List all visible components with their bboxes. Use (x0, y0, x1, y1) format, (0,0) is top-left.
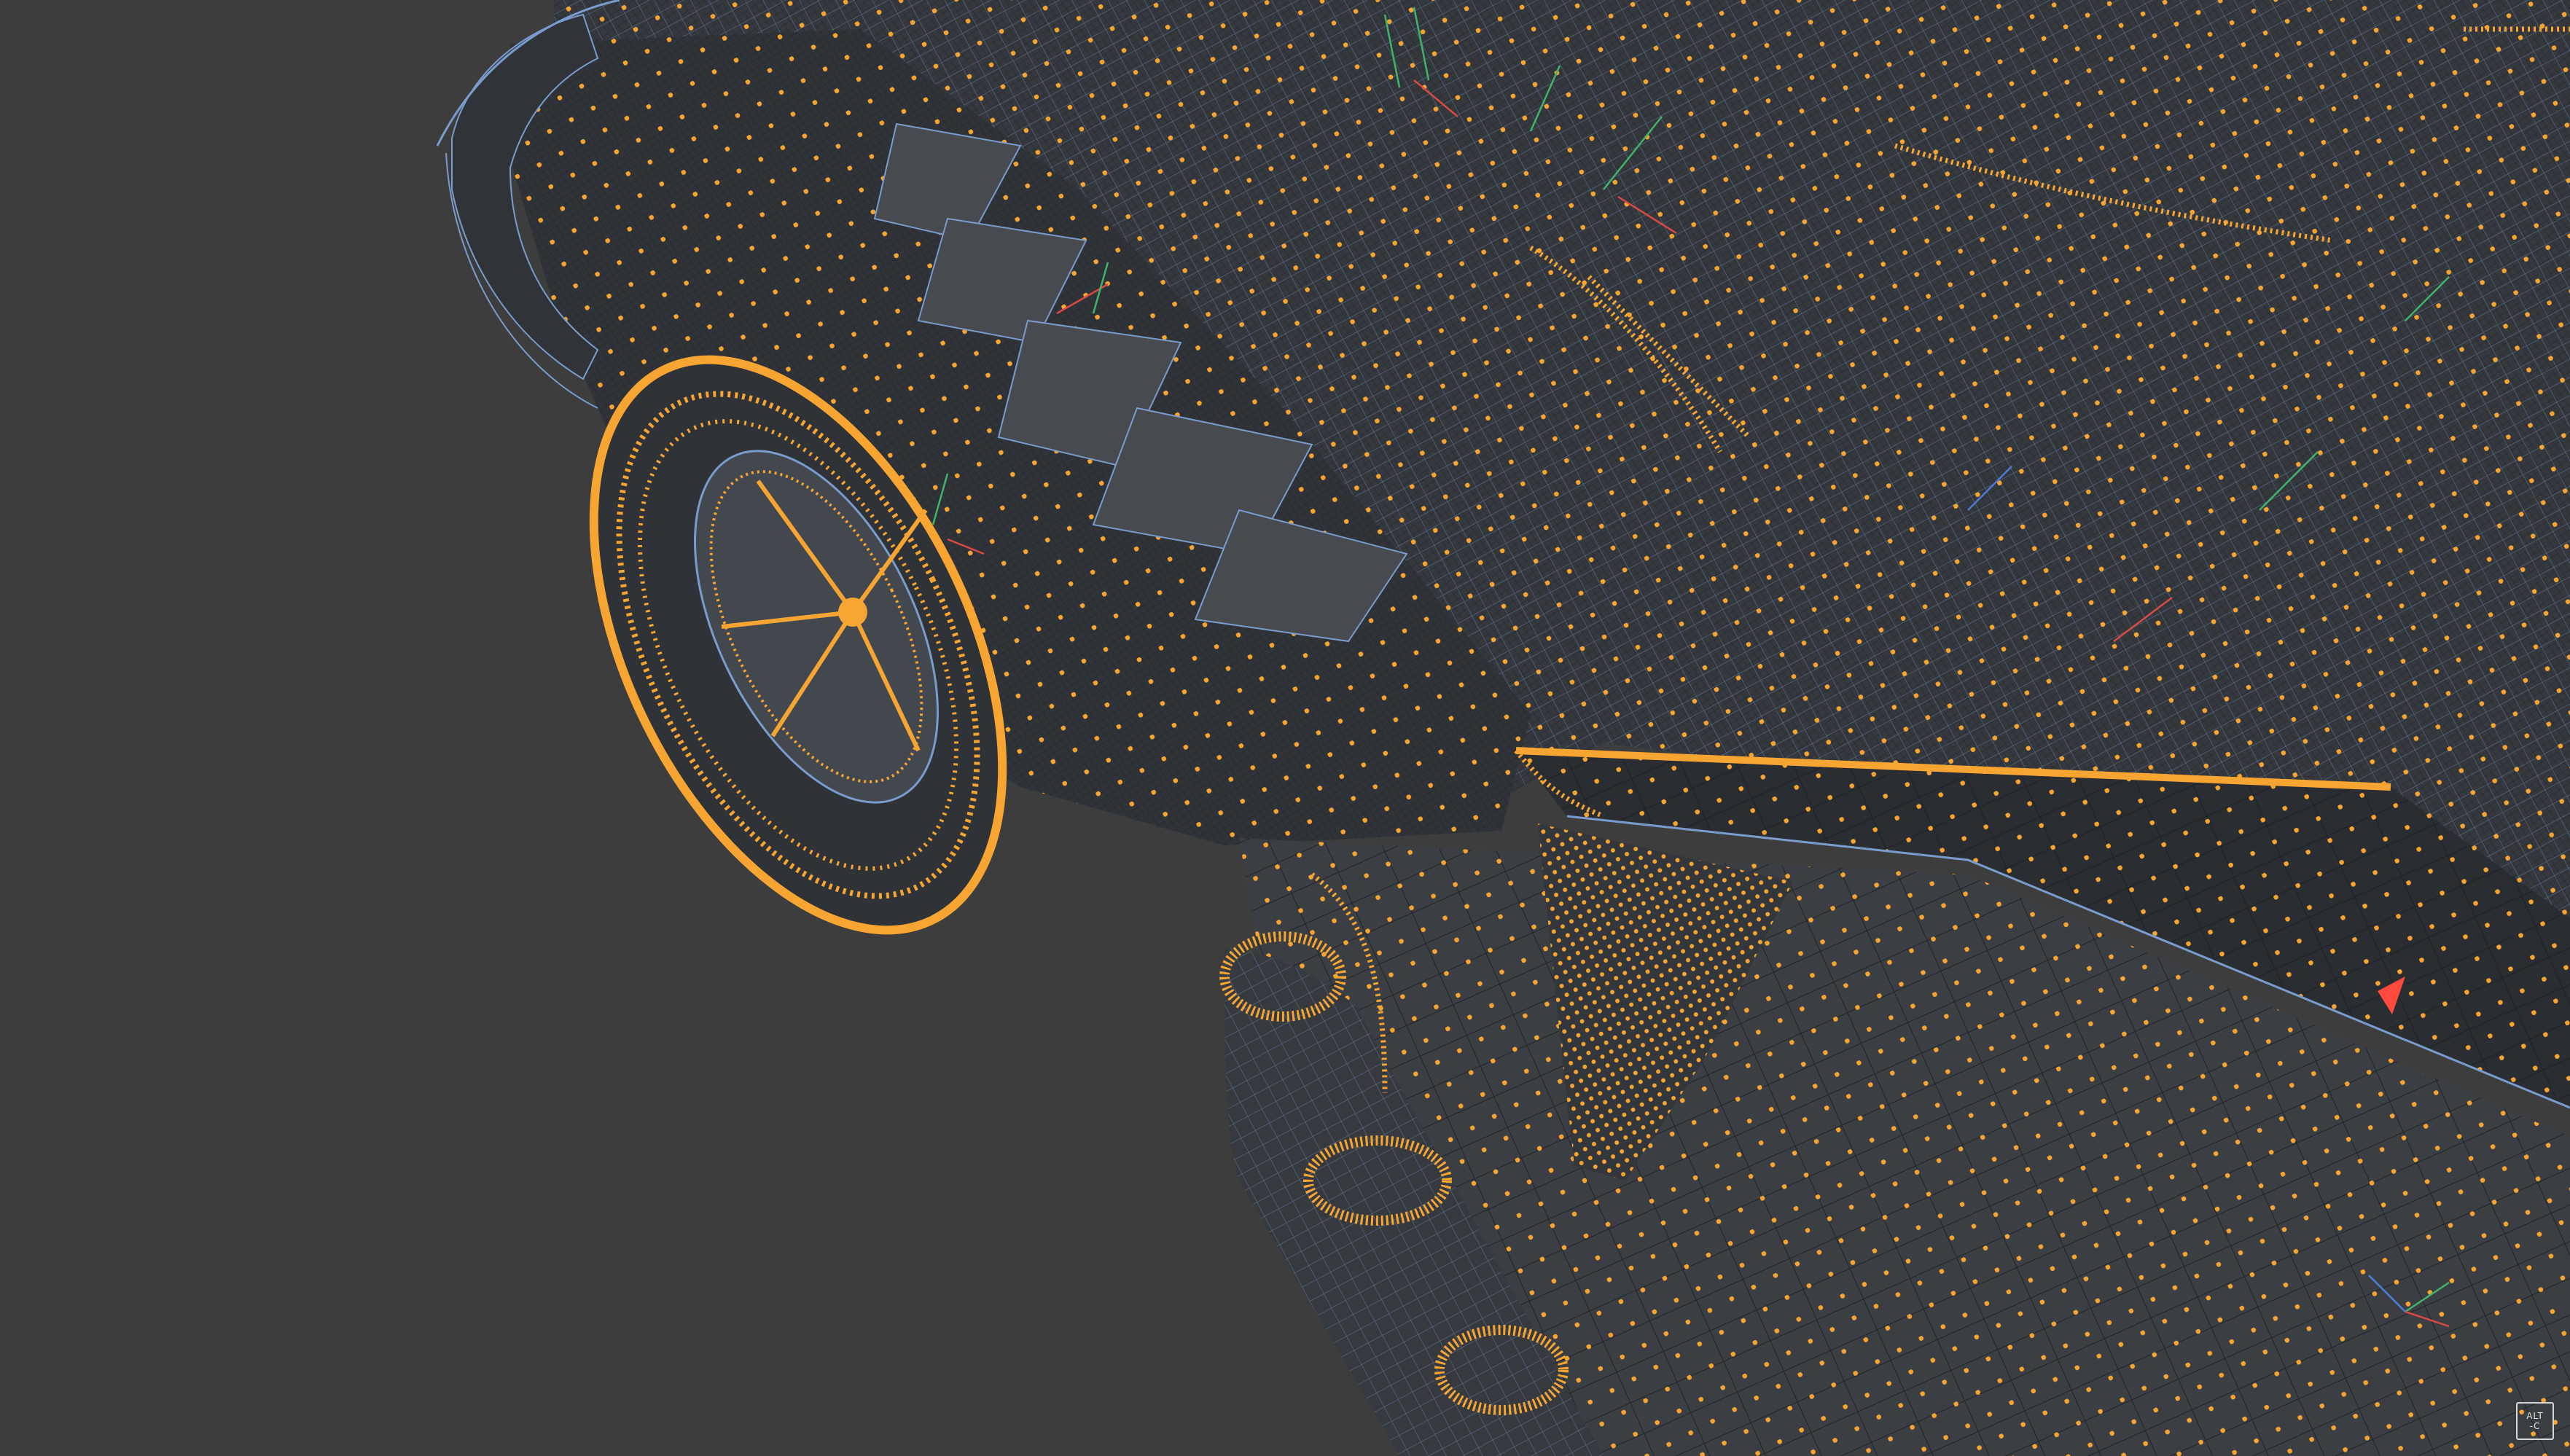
keyboard-shortcut-badge: ALT -C (2516, 1402, 2554, 1440)
wireframe-scene[interactable] (0, 0, 2570, 1456)
shortcut-line-1: ALT (2526, 1411, 2544, 1421)
wheel-hub (838, 598, 867, 627)
shortcut-line-2: -C (2529, 1421, 2541, 1431)
3d-viewport[interactable]: ALT -C (0, 0, 2570, 1456)
